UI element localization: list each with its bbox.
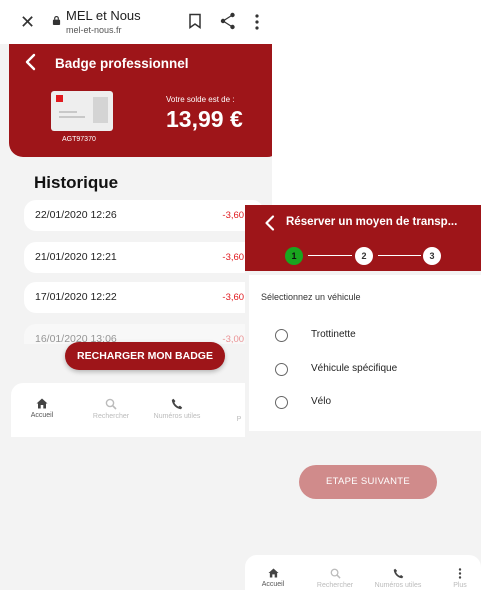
browser-url[interactable]: mel-et-nous.fr	[66, 25, 122, 35]
step-2-indicator: 2	[355, 247, 373, 265]
nav-label: Accueil	[261, 581, 285, 588]
nav-item-plus[interactable]: P	[233, 413, 245, 423]
history-date: 21/01/2020 12:21	[35, 251, 117, 263]
nav-label: Plus	[453, 582, 467, 589]
next-step-button[interactable]: ETAPE SUIVANTE	[299, 465, 437, 499]
phone-reservation-screen: Réserver un moyen de transp... 1 2 3 Sél…	[245, 205, 481, 590]
phone-badge-screen: ✕ MEL et Nous mel-et-nous.fr Badge profe…	[0, 0, 272, 590]
recharge-badge-button[interactable]: RECHARGER MON BADGE	[65, 342, 225, 370]
bottom-nav: Accueil Rechercher Numéros utiles P	[11, 383, 272, 437]
lock-icon	[52, 16, 61, 25]
badge-card-icon	[51, 91, 113, 131]
page-title: Réserver un moyen de transp...	[286, 216, 458, 228]
back-arrow-icon[interactable]	[23, 52, 39, 72]
radio-button[interactable]	[275, 396, 288, 409]
bookmark-icon[interactable]	[188, 13, 202, 29]
more-vert-icon	[458, 568, 462, 579]
nav-item-plus[interactable]: Plus	[445, 568, 475, 589]
step-connector	[378, 255, 421, 256]
select-vehicle-label: Sélectionnez un véhicule	[261, 292, 361, 302]
home-icon	[36, 398, 48, 409]
more-vert-icon[interactable]	[254, 13, 260, 31]
bottom-nav: Accueil Rechercher Numéros utiles Plus	[245, 555, 481, 590]
step-3-indicator: 3	[423, 247, 441, 265]
search-icon	[105, 398, 117, 410]
radio-button[interactable]	[275, 363, 288, 376]
search-icon	[330, 568, 341, 579]
browser-page-title: MEL et Nous	[66, 8, 141, 23]
balance-label: Votre solde est de :	[166, 95, 235, 104]
history-date: 17/01/2020 12:22	[35, 291, 117, 303]
nav-item-numeros-utiles[interactable]: Numéros utiles	[144, 398, 210, 420]
phone-icon	[171, 398, 183, 410]
radio-button[interactable]	[275, 329, 288, 342]
history-row: 21/01/2020 12:21 -3,60 €	[24, 242, 264, 273]
nav-label: Numéros utiles	[374, 582, 422, 589]
nav-item-accueil[interactable]: Accueil	[253, 568, 293, 588]
nav-label: Numéros utiles	[153, 413, 201, 420]
share-icon[interactable]	[220, 12, 236, 30]
back-arrow-icon[interactable]	[263, 214, 277, 232]
history-row: 17/01/2020 12:22 -3,60 €	[24, 282, 264, 313]
nav-label: Rechercher	[316, 582, 354, 589]
history-row: 22/01/2020 12:26 -3,60 €	[24, 200, 264, 231]
step-connector	[308, 255, 352, 256]
nav-item-rechercher[interactable]: Rechercher	[83, 398, 139, 420]
phone-icon	[393, 568, 403, 579]
reservation-header: Réserver un moyen de transp... 1 2 3	[245, 205, 481, 271]
home-icon	[268, 568, 278, 578]
history-date: 22/01/2020 12:26	[35, 209, 117, 221]
badge-id: AGT97370	[62, 136, 96, 143]
nav-label: Rechercher	[92, 413, 130, 420]
nav-label: Accueil	[30, 412, 54, 419]
page-title: Badge professionnel	[55, 56, 189, 71]
step-1-indicator: 1	[285, 247, 303, 265]
balance-value: 13,99 €	[166, 106, 243, 132]
nav-item-accueil[interactable]: Accueil	[17, 398, 67, 419]
option-label: Trottinette	[311, 329, 356, 340]
nav-label: P	[236, 416, 242, 423]
option-label: Véhicule spécifique	[311, 363, 398, 374]
nav-item-numeros-utiles[interactable]: Numéros utiles	[367, 568, 429, 589]
close-icon[interactable]: ✕	[20, 12, 35, 33]
option-label: Vélo	[311, 396, 332, 407]
nav-item-rechercher[interactable]: Rechercher	[309, 568, 361, 589]
vehicle-selection-card: Sélectionnez un véhicule Trottinette Véh…	[249, 275, 481, 431]
history-row: 16/01/2020 13:06 -3,00 €	[24, 324, 264, 344]
history-title: Historique	[34, 173, 119, 192]
browser-toolbar: ✕ MEL et Nous mel-et-nous.fr	[0, 0, 272, 44]
